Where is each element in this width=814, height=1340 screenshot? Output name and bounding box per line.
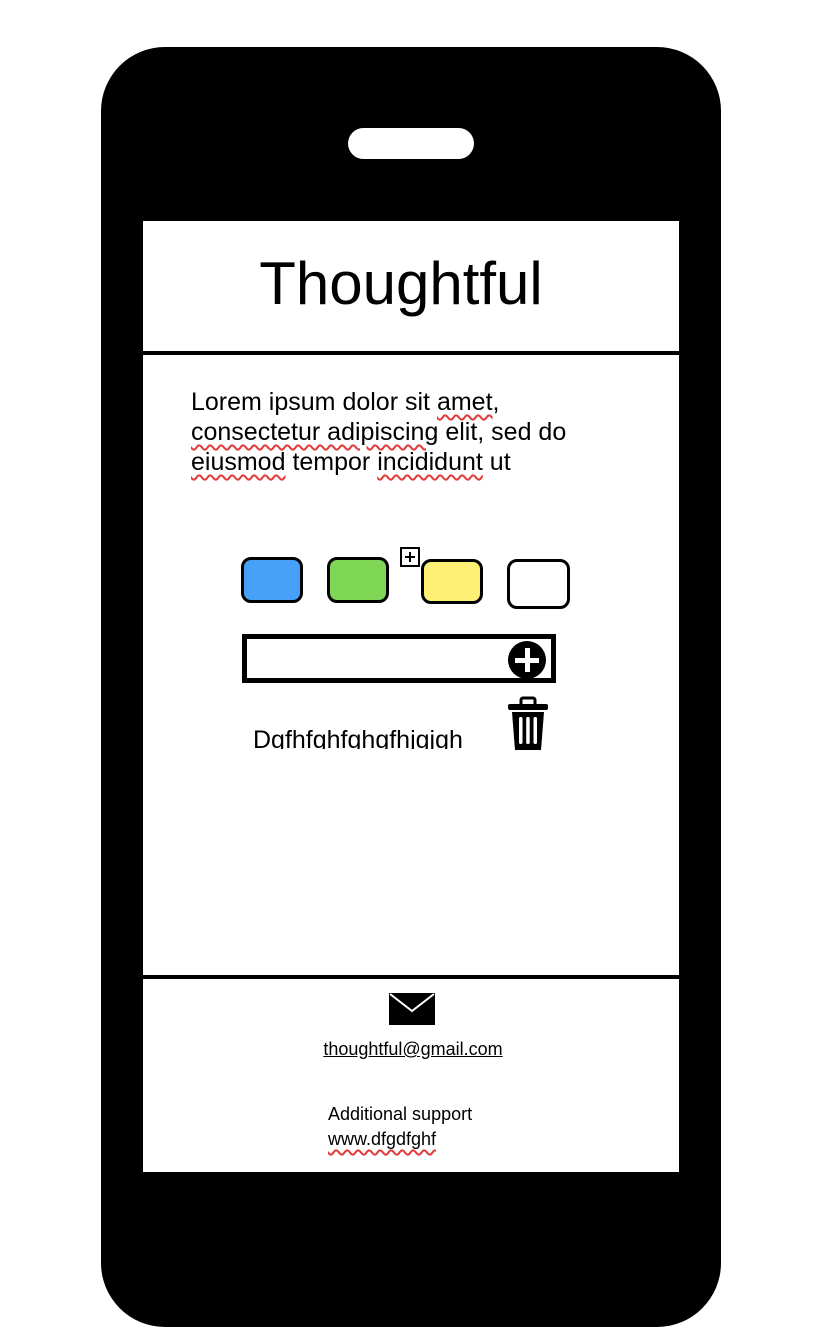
color-swatch-blue[interactable]	[241, 557, 303, 603]
contact-email-link[interactable]: thoughtful@gmail.com	[143, 1038, 683, 1060]
color-swatch-yellow[interactable]	[421, 559, 483, 604]
color-swatch-green[interactable]	[327, 557, 389, 603]
support-url-link[interactable]: www.dfgdfghf	[328, 1128, 436, 1150]
phone-speaker	[348, 128, 474, 159]
list-item-text: Dgfhfghfghgfhjgjgh	[253, 726, 463, 749]
entry-input[interactable]	[251, 643, 505, 678]
app-header: Thoughtful	[143, 221, 679, 355]
envelope-icon	[389, 993, 435, 1025]
phone-frame: Thoughtful Lorem ipsum dolor sit amet, c…	[101, 47, 721, 1327]
app-screen: Thoughtful Lorem ipsum dolor sit amet, c…	[143, 221, 679, 1172]
trash-icon[interactable]	[506, 696, 550, 752]
support-url-text: www.dfgdfghf	[328, 1129, 437, 1149]
app-footer: thoughtful@gmail.com Additional support …	[143, 975, 679, 1172]
plus-circle-icon[interactable]	[508, 641, 546, 679]
support-label: Additional support	[328, 1104, 473, 1124]
intro-text: Lorem ipsum dolor sit amet, consectetur …	[191, 388, 567, 476]
color-swatch-white[interactable]	[507, 559, 570, 609]
app-title: Thoughtful	[259, 250, 543, 317]
entry-box	[242, 634, 556, 683]
add-color-icon[interactable]	[400, 547, 420, 567]
